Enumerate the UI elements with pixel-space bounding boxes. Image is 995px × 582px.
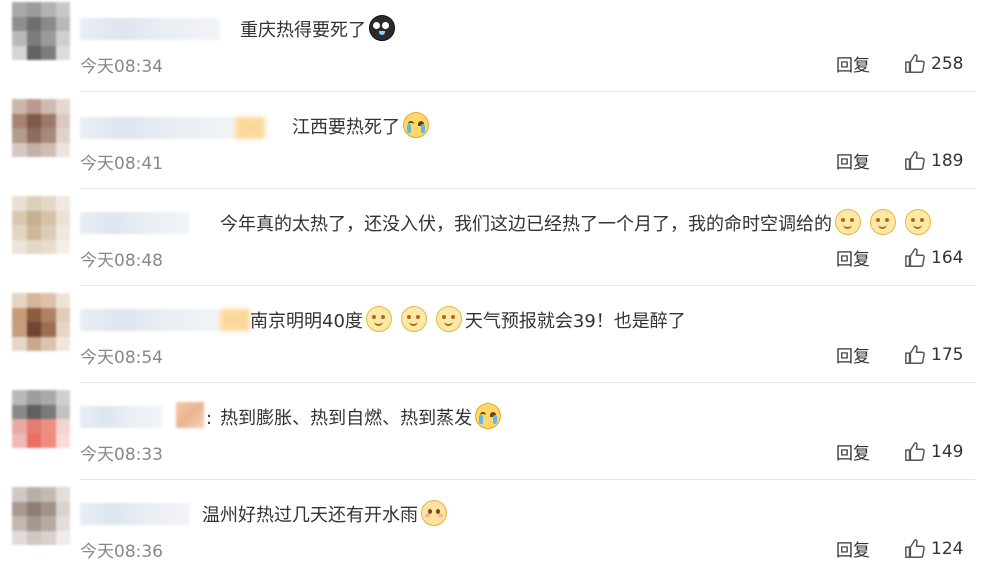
username-redacted[interactable] [80,117,265,139]
comment-body-end: 天气预报就会39！也是醉了 [464,311,686,332]
comment-time: 今天08:34 [80,57,163,77]
like-button[interactable]: 149 [904,440,963,464]
comment-item: 南京明明40度 天气预报就会39！也是醉了 今天08:54 回复 175 [0,291,995,388]
comment-item: 重庆热得要死了 今天08:34 回复 258 [0,0,995,97]
crying-face-icon [475,403,502,429]
thumbs-up-icon [905,442,925,461]
like-count: 149 [931,442,964,462]
comment-item: 江西要热死了 今天08:41 回复 189 [0,97,995,194]
divider [80,479,975,480]
like-count: 258 [931,54,964,74]
comment-item: 温州好热过几天还有开水雨 今天08:36 回复 124 [0,485,995,582]
like-count: 189 [931,151,964,171]
comment-body: 温州好热过几天还有开水雨 [202,505,418,526]
thumbs-up-icon [905,539,925,558]
avatar[interactable] [12,293,70,351]
comment-time: 今天08:41 [80,154,163,174]
reply-button[interactable]: 回复 [836,536,870,561]
blushing-face-icon [421,500,447,526]
smiling-face-icon [365,306,392,332]
comment-text: 温州好热过几天还有开水雨 [202,500,450,529]
comment-body-start: 南京明明40度 [250,311,363,332]
avatar[interactable] [12,390,70,448]
crying-face-icon [403,112,429,138]
comment-body: 今年真的太热了，还没入伏，我们这边已经热了一个月了，我的命时空调给的 [220,214,832,235]
username-redacted[interactable] [80,18,220,40]
comment-time: 今天08:54 [80,348,163,368]
divider [80,188,975,189]
like-button[interactable]: 164 [904,246,963,270]
like-button[interactable]: 258 [904,52,963,76]
comment-time: 今天08:33 [80,445,163,465]
smiling-face-icon [435,306,462,332]
crying-black-face-icon [369,15,395,41]
smiling-face-icon [400,306,427,332]
comment-item: : 热到膨胀、热到自燃、热到蒸发 今天08:33 回复 149 [0,388,995,485]
comment-text: 今年真的太热了，还没入伏，我们这边已经热了一个月了，我的命时空调给的 [220,209,934,238]
avatar[interactable] [12,487,70,545]
comment-body: 江西要热死了 [292,117,400,138]
reply-button[interactable]: 回复 [836,51,870,76]
comment-text: 重庆热得要死了 [240,15,398,44]
thumbs-up-icon [905,248,925,267]
comment-body: 重庆热得要死了 [240,20,366,41]
divider [80,91,975,92]
smiling-face-icon [905,209,931,235]
comment-list: 重庆热得要死了 今天08:34 回复 258 江西要热死了 今天08:41 回复… [0,0,995,574]
avatar[interactable] [12,99,70,157]
divider [80,285,975,286]
username-redacted[interactable] [80,406,162,428]
like-count: 164 [931,248,964,268]
thumbs-up-icon [905,54,925,73]
comment-body: 热到膨胀、热到自燃、热到蒸发 [220,408,473,429]
avatar[interactable] [12,2,70,60]
smiling-face-icon [870,209,896,235]
comment-text: 南京明明40度 天气预报就会39！也是醉了 [250,306,686,335]
thumbs-up-icon [905,151,925,170]
like-button[interactable]: 189 [904,149,963,173]
username-redacted[interactable] [80,309,250,331]
user-badge-icon [176,402,204,428]
username-redacted[interactable] [80,503,190,525]
like-count: 124 [931,539,964,559]
comment-text: : 热到膨胀、热到自燃、热到蒸发 [206,403,504,432]
comment-time: 今天08:36 [80,542,163,562]
comment-text: 江西要热死了 [292,112,432,141]
avatar[interactable] [12,196,70,254]
comment-item: 今年真的太热了，还没入伏，我们这边已经热了一个月了，我的命时空调给的 今天08:… [0,194,995,291]
divider [80,382,975,383]
reply-button[interactable]: 回复 [836,148,870,173]
smiling-face-icon [835,209,861,235]
like-count: 175 [931,345,964,365]
comment-time: 今天08:48 [80,251,163,271]
username-redacted[interactable] [80,212,190,234]
reply-button[interactable]: 回复 [836,245,870,270]
like-button[interactable]: 175 [904,343,963,367]
reply-button[interactable]: 回复 [836,342,870,367]
thumbs-up-icon [905,345,925,364]
reply-button[interactable]: 回复 [836,439,870,464]
like-button[interactable]: 124 [904,537,963,561]
